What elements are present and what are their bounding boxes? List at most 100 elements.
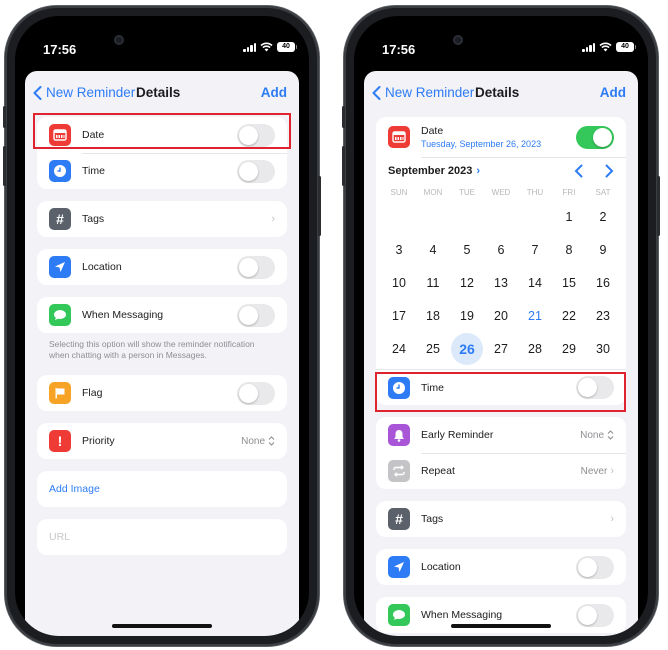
back-button[interactable]: New Reminder [33, 85, 135, 100]
day-cell[interactable]: 14 [518, 266, 552, 299]
status-bar: 17:56 40 [354, 16, 648, 68]
phone-frame-right: 17:56 40 New Reminder Details Add Date T… [342, 6, 660, 646]
early-reminder-label: Early Reminder [421, 429, 494, 441]
day-cell[interactable]: 22 [552, 299, 586, 332]
weekday-label: MON [423, 187, 443, 197]
date-toggle[interactable] [237, 123, 275, 147]
day-number: 15 [562, 275, 576, 290]
previous-month-button[interactable] [574, 164, 583, 178]
volume-up-button [3, 146, 6, 186]
day-cell[interactable]: 8 [552, 233, 586, 266]
day-cell[interactable]: 21 [518, 299, 552, 332]
repeat-value-text: Never [580, 465, 608, 477]
day-cell[interactable]: 27 [484, 332, 518, 365]
tags-label: Tags [421, 513, 444, 525]
repeat-row[interactable]: Repeat Never › [376, 453, 626, 489]
day-cell[interactable]: 15 [552, 266, 586, 299]
add-image-button[interactable]: Add Image [37, 471, 287, 507]
location-group: Location [376, 549, 626, 585]
early-reminder-row[interactable]: Early Reminder None [376, 417, 626, 453]
url-group: URL [37, 519, 287, 555]
home-indicator[interactable] [451, 624, 551, 628]
calendar-picker: September 2023 › SUN MON TUE WED THU FRI SAT 1… [388, 157, 626, 369]
location-toggle[interactable] [237, 255, 275, 279]
day-cell[interactable]: 11 [416, 266, 450, 299]
page-title: Details [475, 85, 520, 100]
tags-row[interactable]: # Tags › [376, 501, 626, 537]
day-number: 17 [392, 308, 406, 323]
flag-icon [49, 382, 71, 404]
day-number: 28 [528, 341, 542, 356]
screen-left: 17:56 40 New Reminder Details Add Date T… [15, 16, 309, 636]
add-button[interactable]: Add [600, 85, 626, 100]
date-row: Date [37, 117, 287, 153]
selected-date-value[interactable]: Tuesday, September 26, 2023 [421, 139, 576, 149]
back-button[interactable]: New Reminder [372, 85, 474, 100]
day-cell[interactable]: 5 [450, 233, 484, 266]
day-cell[interactable]: 30 [586, 332, 620, 365]
day-cell[interactable]: 4 [416, 233, 450, 266]
bell-icon [388, 424, 410, 446]
day-cell[interactable]: 23 [586, 299, 620, 332]
flag-toggle[interactable] [237, 381, 275, 405]
flag-row: Flag [37, 375, 287, 411]
messaging-toggle[interactable] [237, 303, 275, 327]
flag-label: Flag [82, 387, 103, 399]
weekday-label: FRI [562, 187, 576, 197]
front-camera [453, 35, 463, 45]
location-toggle[interactable] [576, 555, 614, 579]
day-cell[interactable]: 19 [450, 299, 484, 332]
volume-up-button [342, 146, 345, 186]
day-cell[interactable]: 6 [484, 233, 518, 266]
details-sheet: New Reminder Details Add Date Time # Tag… [25, 71, 299, 636]
month-year-label[interactable]: September 2023 [388, 165, 472, 177]
empty-day-cell [518, 200, 552, 233]
front-camera [114, 35, 124, 45]
day-cell[interactable]: 25 [416, 332, 450, 365]
day-cell[interactable]: 3 [382, 233, 416, 266]
location-label: Location [82, 261, 122, 273]
day-number: 22 [562, 308, 576, 323]
chevron-right-icon[interactable]: › [476, 165, 480, 177]
day-number: 25 [426, 341, 440, 356]
day-cell[interactable]: 18 [416, 299, 450, 332]
tags-label: Tags [82, 213, 105, 225]
time-row: Time [37, 153, 287, 189]
messaging-toggle[interactable] [576, 603, 614, 627]
flag-group: Flag [37, 375, 287, 411]
day-number: 19 [460, 308, 474, 323]
day-number: 21 [528, 308, 542, 323]
day-number: 10 [392, 275, 406, 290]
day-cell[interactable]: 10 [382, 266, 416, 299]
priority-row[interactable]: ! Priority None [37, 423, 287, 459]
url-input[interactable]: URL [37, 519, 287, 555]
home-indicator[interactable] [112, 624, 212, 628]
day-cell[interactable]: 20 [484, 299, 518, 332]
calendar-icon [388, 126, 410, 148]
day-cell[interactable]: 2 [586, 200, 620, 233]
calendar-icon [49, 124, 71, 146]
day-cell[interactable]: 9 [586, 233, 620, 266]
day-cell[interactable]: 16 [586, 266, 620, 299]
next-month-button[interactable] [605, 164, 614, 178]
day-cell[interactable]: 7 [518, 233, 552, 266]
day-cell[interactable]: 17 [382, 299, 416, 332]
day-cell[interactable]: 12 [450, 266, 484, 299]
time-toggle[interactable] [237, 159, 275, 183]
day-cell[interactable]: 29 [552, 332, 586, 365]
day-number: 24 [392, 341, 406, 356]
time-toggle[interactable] [576, 376, 614, 399]
day-cell[interactable]: 13 [484, 266, 518, 299]
message-bubble-icon [388, 604, 410, 626]
tags-group: # Tags › [376, 501, 626, 537]
day-number: 18 [426, 308, 440, 323]
tags-row[interactable]: # Tags › [37, 201, 287, 237]
add-button[interactable]: Add [261, 85, 287, 100]
date-toggle[interactable] [576, 125, 614, 149]
day-number: 9 [599, 242, 607, 257]
day-cell[interactable]: 28 [518, 332, 552, 365]
day-number: 1 [565, 209, 573, 224]
day-cell[interactable]: 1 [552, 200, 586, 233]
day-cell[interactable]: 24 [382, 332, 416, 365]
day-cell-selected[interactable]: 26 [450, 332, 484, 365]
